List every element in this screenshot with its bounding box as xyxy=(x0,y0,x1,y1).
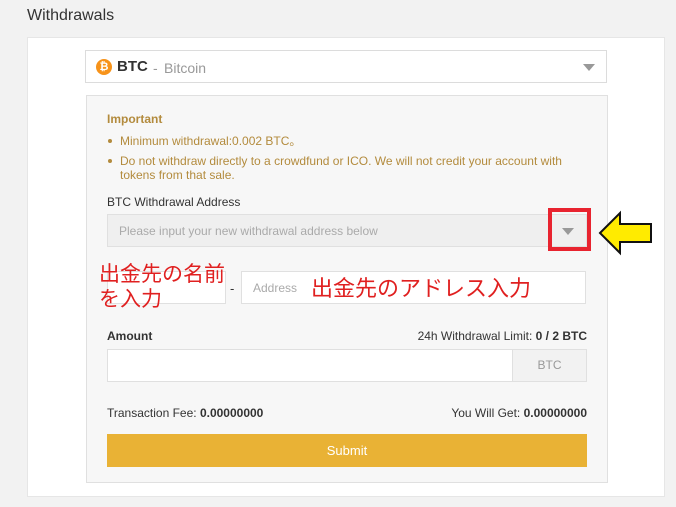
amount-label: Amount xyxy=(107,329,153,343)
address-input-placeholder: Address xyxy=(253,281,298,295)
address-book-select[interactable]: Please input your new withdrawal address… xyxy=(107,214,587,247)
submit-button[interactable]: Submit xyxy=(107,434,587,467)
amount-input[interactable] xyxy=(107,349,513,382)
notice-item: Do not withdraw directly to a crowdfund … xyxy=(107,154,577,182)
get-label: You Will Get: xyxy=(451,406,521,420)
notice-item: Minimum withdrawal:0.002 BTC。 xyxy=(107,134,577,148)
page-title: Withdrawals xyxy=(27,7,115,24)
withdrawal-limit: 24h Withdrawal Limit: 0 / 2 BTC xyxy=(418,329,587,343)
amount-unit: BTC xyxy=(512,349,587,382)
address-annotation: 出金先のアドレス入力 xyxy=(311,277,532,302)
highlight-box xyxy=(548,208,591,251)
bitcoin-icon: ₿ xyxy=(96,59,112,75)
coin-select[interactable]: ₿ BTC - Bitcoin xyxy=(85,50,607,83)
fee-label: Transaction Fee: xyxy=(107,406,197,420)
limit-label: 24h Withdrawal Limit: xyxy=(417,329,533,343)
coin-symbol: BTC xyxy=(117,58,148,75)
coin-separator: - xyxy=(153,60,158,76)
transaction-fee: Transaction Fee: 0.00000000 xyxy=(107,406,263,420)
you-will-get: You Will Get: 0.00000000 xyxy=(451,406,587,420)
get-value: 0.00000000 xyxy=(523,406,587,420)
address-select-placeholder: Please input your new withdrawal address… xyxy=(119,224,378,238)
important-title: Important xyxy=(107,112,163,126)
chevron-down-icon[interactable] xyxy=(583,64,595,71)
limit-value: 0 / 2 BTC xyxy=(535,329,587,343)
field-separator: - xyxy=(230,281,235,296)
withdraw-address-label: BTC Withdrawal Address xyxy=(107,195,241,209)
coin-name: Bitcoin xyxy=(164,60,207,76)
fee-value: 0.00000000 xyxy=(199,406,264,420)
important-notice-list: Minimum withdrawal:0.002 BTC。 Do not wit… xyxy=(107,134,577,188)
yellow-arrow-icon xyxy=(598,210,652,256)
name-annotation: 出金先の名前を入力 xyxy=(99,262,225,312)
